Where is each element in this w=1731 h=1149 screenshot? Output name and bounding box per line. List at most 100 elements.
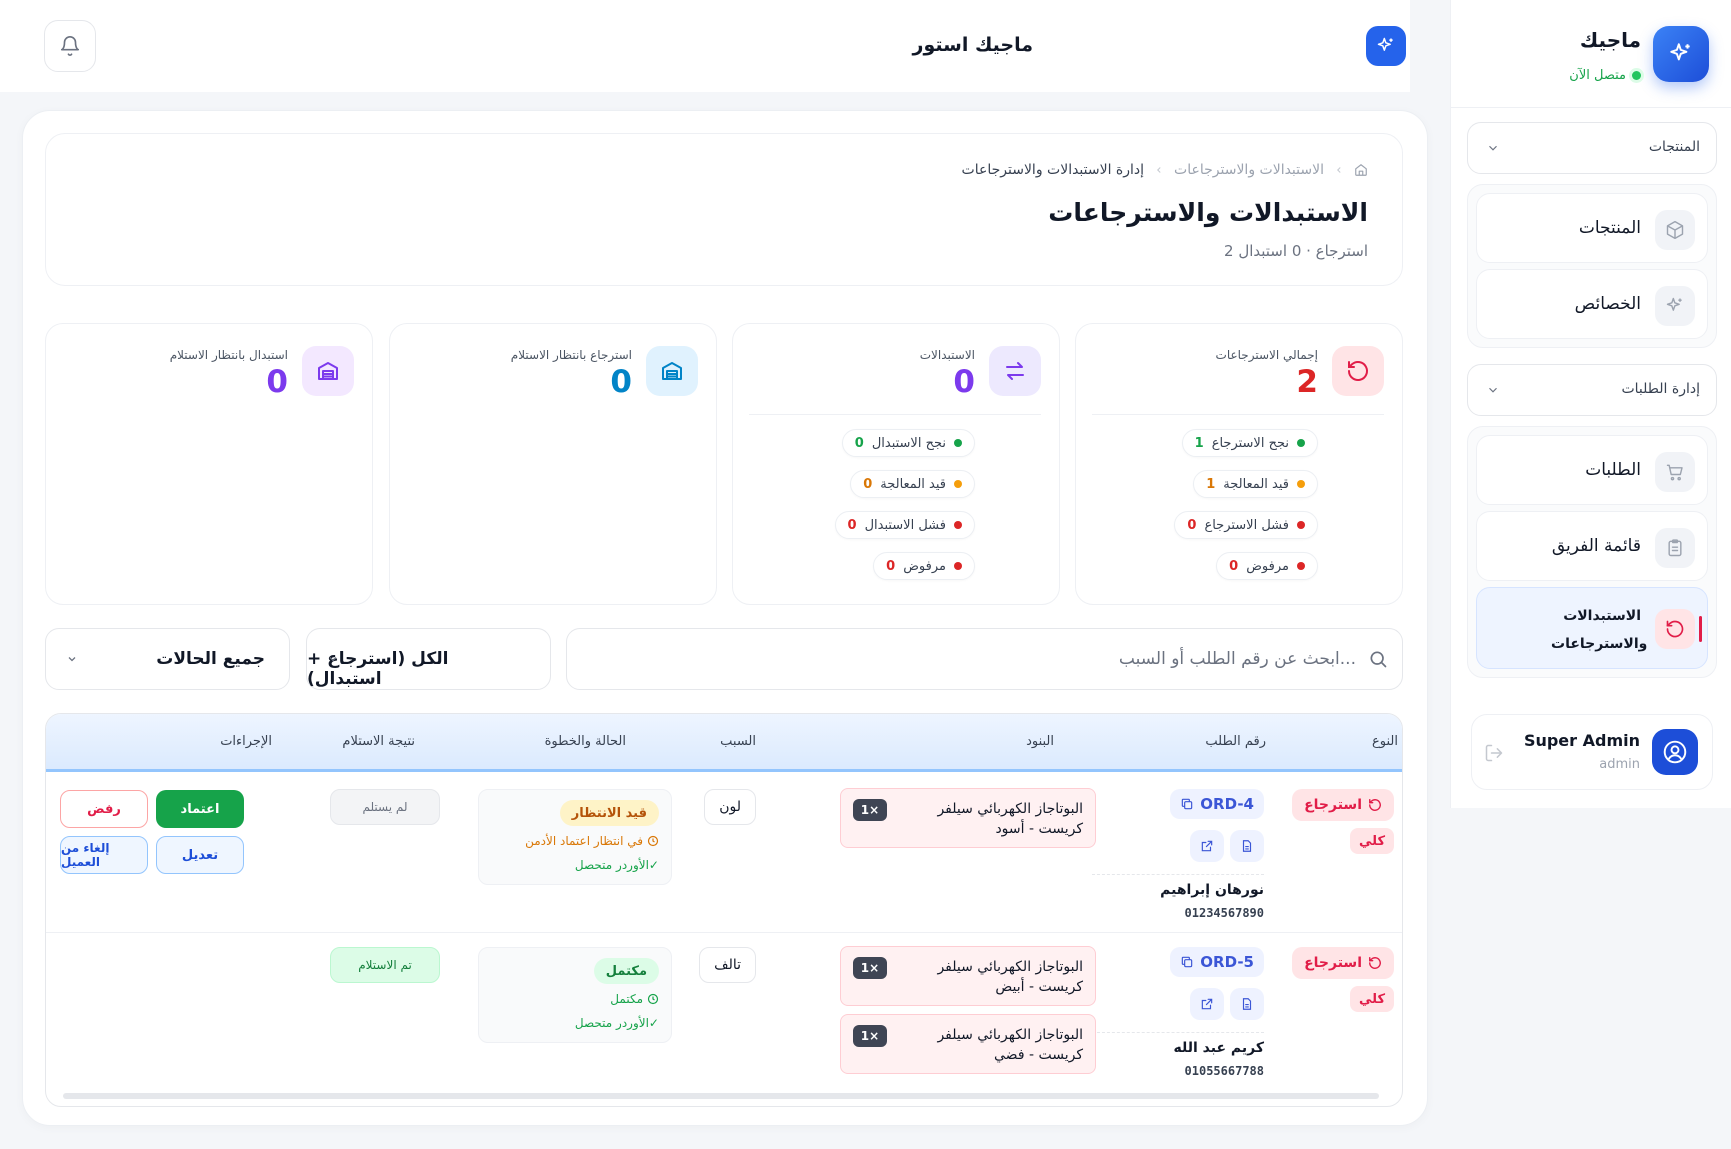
order-item: البوتاجاز الكهربائي سيلفر كريست - فضي 1× xyxy=(840,1014,1096,1074)
order-item: البوتاجاز الكهربائي سيلفر كريست - أسود 1… xyxy=(840,788,1096,848)
logout-icon[interactable] xyxy=(1484,743,1504,763)
column-header: الحالة والخطوة xyxy=(544,734,626,749)
invoice-button[interactable] xyxy=(1230,988,1264,1020)
status-step-label: مكتمل xyxy=(610,992,643,1006)
stat-pill: قيد المعالجة 0 xyxy=(850,470,975,498)
online-status-label: متصل الآن xyxy=(1569,68,1626,83)
stat-pill: فشل الاسترجاع 0 xyxy=(1174,511,1318,539)
rotate-ccw-icon xyxy=(1368,956,1382,970)
status-step: في انتظار اعتماد الأدمن xyxy=(525,834,659,848)
pill-count: 0 xyxy=(1187,517,1197,533)
type-select[interactable]: الكل (استرجاع + استبدال) xyxy=(306,628,551,690)
breadcrumb-item[interactable]: الاستبدالات والاسترجاعات xyxy=(1174,162,1324,178)
order-number-button[interactable]: ORD-4 xyxy=(1170,789,1264,819)
reject-button[interactable]: رفض xyxy=(60,790,148,828)
stat-pill: مرفوض 0 xyxy=(873,552,975,580)
sidebar-item-returns-exchanges[interactable]: الاستبدالات والاسترجاعات xyxy=(1476,587,1708,669)
file-text-icon xyxy=(1240,997,1254,1011)
customer-name: كريم عبد الله xyxy=(1173,1040,1264,1056)
stat-card-exchanges: الاستبدالات 0 نجح الاستبدال 0 قيد المعالج… xyxy=(732,323,1060,605)
pill-label: قيد المعالجة xyxy=(880,476,946,492)
type-badge: استرجاع xyxy=(1292,789,1394,821)
status-dot xyxy=(954,439,962,447)
receive-status: لم يستلم xyxy=(330,789,440,825)
stat-pill: فشل الاستبدال 0 xyxy=(834,511,975,539)
clock-icon xyxy=(647,993,659,1005)
active-indicator xyxy=(1699,616,1702,642)
status-select[interactable]: جميع الحالات xyxy=(45,628,290,690)
divider xyxy=(1092,874,1264,875)
rotate-ccw-icon xyxy=(1655,609,1695,649)
divider xyxy=(1092,414,1384,415)
clipboard-icon xyxy=(1655,528,1695,568)
chevron-left-icon xyxy=(1154,165,1164,175)
stat-value: 0 xyxy=(610,364,632,400)
status-dot xyxy=(1297,521,1305,529)
top-bar: ماجيك استور xyxy=(0,0,1410,92)
nav-group-products[interactable]: المنتجات xyxy=(1467,122,1717,174)
status-badge: قيد الانتظار xyxy=(559,800,659,826)
stat-pill: نجح الاستبدال 0 xyxy=(841,429,975,457)
store-name: ماجيك استور xyxy=(912,34,1033,56)
avatar xyxy=(1652,729,1698,775)
order-number: ORD-4 xyxy=(1200,795,1254,813)
sidebar-item-label: المنتجات xyxy=(1578,218,1641,238)
sidebar-item-attributes[interactable]: الخصائص xyxy=(1476,269,1708,339)
horizontal-scrollbar[interactable] xyxy=(59,1091,1395,1101)
item-name: البوتاجاز الكهربائي سيلفر كريست - أبيض xyxy=(937,959,1083,995)
external-link-icon xyxy=(1200,997,1214,1011)
nav-group-products-label: المنتجات xyxy=(1648,139,1700,155)
copy-icon xyxy=(1180,797,1194,811)
table-header: النوع رقم الطلب البنود السبب الحالة والخ… xyxy=(46,714,1402,772)
status-dot xyxy=(954,480,962,488)
pill-label: فشل الاسترجاع xyxy=(1204,517,1289,533)
stat-pill: قيد المعالجة 1 xyxy=(1193,470,1318,498)
box-icon xyxy=(1655,210,1695,250)
home-icon[interactable] xyxy=(1354,163,1368,177)
stat-pill: مرفوض 0 xyxy=(1216,552,1318,580)
approve-button[interactable]: اعتماد xyxy=(156,790,244,828)
cancel-by-customer-button[interactable]: إلغاء من العميل xyxy=(60,836,148,874)
online-status: متصل الآن xyxy=(1569,68,1641,83)
stat-card-total-returns: إجمالي الاسترجاعات 2 نجح الاسترجاع 1 قيد … xyxy=(1075,323,1403,605)
reason-badge: تالف xyxy=(699,947,756,983)
customer-phone: 01234567890 xyxy=(1184,906,1264,920)
nav-group-orders[interactable]: إدارة الطلبات xyxy=(1467,364,1717,416)
external-link-icon xyxy=(1200,839,1214,853)
stat-pill: نجح الاسترجاع 1 xyxy=(1181,429,1318,457)
status-dot xyxy=(1297,480,1305,488)
store-logo xyxy=(1366,26,1406,66)
open-order-button[interactable] xyxy=(1190,830,1224,862)
open-order-button[interactable] xyxy=(1190,988,1224,1020)
reason-badge: لون xyxy=(704,789,756,825)
status-paid: ✓الأوردر متحصل xyxy=(574,858,659,872)
column-header: السبب xyxy=(720,734,756,749)
nav-group-orders-label: إدارة الطلبات xyxy=(1621,381,1700,397)
notifications-button[interactable] xyxy=(44,20,96,72)
sidebar-item-team-list[interactable]: قائمة الفريق xyxy=(1476,511,1708,581)
stat-label: استرجاع بانتظار الاستلام xyxy=(510,348,632,362)
scrollbar-thumb[interactable] xyxy=(63,1093,1379,1099)
status-dot xyxy=(1297,562,1305,570)
sidebar-item-label: الاستبدالات والاسترجاعات xyxy=(1551,608,1648,652)
search-input[interactable]: ابحث عن رقم الطلب أو السبب... xyxy=(566,628,1403,690)
invoice-button[interactable] xyxy=(1230,830,1264,862)
customer-phone: 01055667788 xyxy=(1184,1064,1264,1078)
item-qty: 1× xyxy=(853,799,887,821)
divider xyxy=(1092,1032,1264,1033)
sidebar-item-label: قائمة الفريق xyxy=(1551,536,1641,556)
sidebar-item-products[interactable]: المنتجات xyxy=(1476,193,1708,263)
sidebar-item-orders[interactable]: الطلبات xyxy=(1476,435,1708,505)
status-box: قيد الانتظار في انتظار اعتماد الأدمن ✓ال… xyxy=(478,789,672,885)
warehouse-icon xyxy=(302,346,354,396)
user-card[interactable]: Super Admin admin xyxy=(1471,714,1713,790)
row-divider xyxy=(46,932,1402,933)
pill-label: مرفوض xyxy=(903,558,946,574)
pill-label: فشل الاستبدال xyxy=(864,517,946,533)
online-dot xyxy=(1632,71,1641,80)
status-step-label: في انتظار اعتماد الأدمن xyxy=(525,834,643,848)
edit-button[interactable]: تعديل xyxy=(156,836,244,874)
order-number-button[interactable]: ORD-5 xyxy=(1170,947,1264,977)
sparkles-icon xyxy=(1668,41,1694,67)
file-text-icon xyxy=(1240,839,1254,853)
